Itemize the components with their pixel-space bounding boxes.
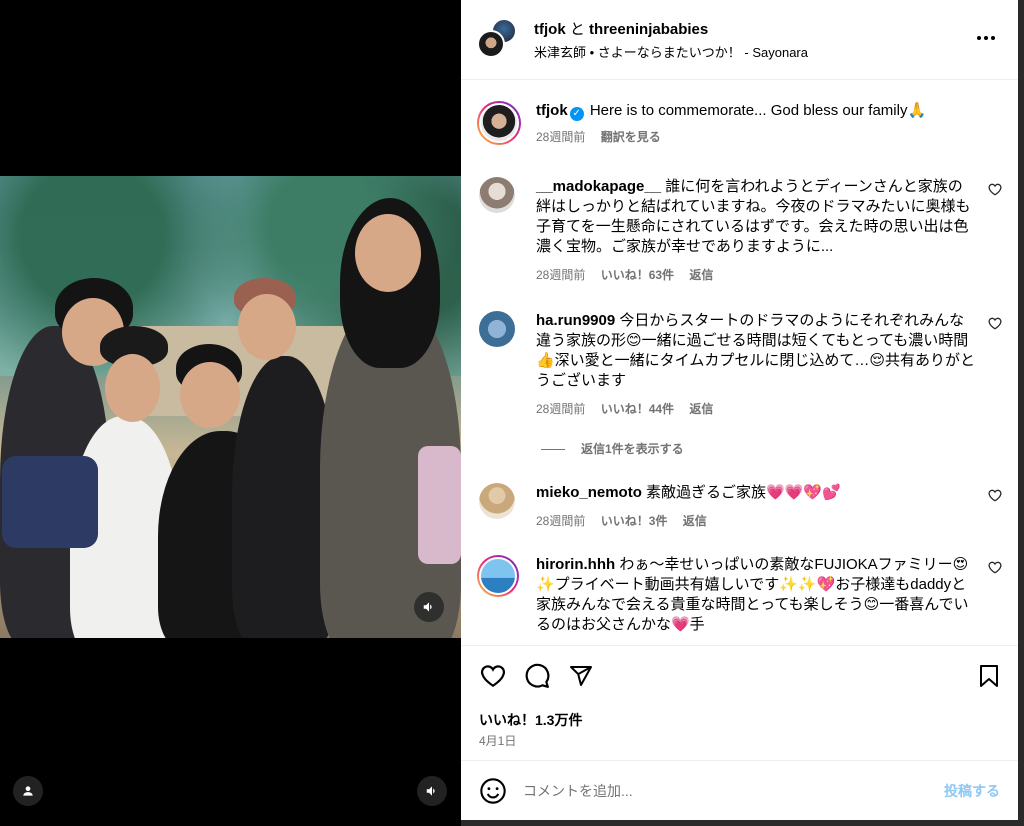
right-edge-strip bbox=[1018, 0, 1024, 826]
post-header: tfjok と threeninjababies 米津玄師 • さよーならまたい… bbox=[461, 0, 1018, 80]
username-link[interactable]: threeninjababies bbox=[589, 21, 708, 38]
heart-icon[interactable] bbox=[479, 662, 507, 690]
post-video[interactable] bbox=[0, 176, 461, 638]
collab-title: tfjok と threeninjababies bbox=[534, 18, 708, 39]
face bbox=[105, 354, 160, 422]
avatar[interactable] bbox=[479, 483, 515, 519]
timestamp: 28週間前 bbox=[536, 268, 586, 282]
avatar[interactable] bbox=[477, 555, 519, 597]
verified-icon: ✓ bbox=[569, 107, 584, 121]
username-link[interactable]: __madokapage__ bbox=[536, 178, 661, 195]
timestamp: 28週間前 bbox=[536, 130, 586, 144]
collab-avatars[interactable] bbox=[477, 18, 517, 58]
post-date[interactable]: 4月1日 bbox=[479, 732, 516, 749]
volume-icon-bottom[interactable] bbox=[417, 776, 447, 806]
comments-scroll[interactable]: tfjok ✓ Here is to commemorate... God ble… bbox=[461, 81, 1018, 645]
avatar[interactable] bbox=[477, 30, 505, 58]
post-likes-count[interactable]: いいね！1.3万件 bbox=[479, 710, 582, 730]
post-actions: いいね！1.3万件 4月1日 bbox=[461, 645, 1018, 760]
post-comment-button[interactable]: 投稿する bbox=[944, 781, 1000, 801]
username-link[interactable]: tfjok bbox=[534, 21, 566, 38]
user-icon[interactable] bbox=[13, 776, 43, 806]
username-link[interactable]: hirorin.hhh bbox=[536, 556, 615, 573]
reply-button[interactable]: 返信 bbox=[683, 514, 707, 528]
timestamp: 28週間前 bbox=[536, 402, 586, 416]
view-replies-link[interactable]: 返信1件を表示する bbox=[541, 440, 684, 457]
comment-icon[interactable] bbox=[523, 662, 551, 690]
share-icon[interactable] bbox=[567, 662, 595, 690]
emoji-icon[interactable] bbox=[479, 777, 507, 805]
connector-text: と bbox=[569, 21, 585, 38]
face bbox=[180, 362, 240, 428]
add-comment-bar: 投稿する bbox=[461, 760, 1018, 820]
username-link[interactable]: ha.run9909 bbox=[536, 312, 615, 329]
bag-left bbox=[2, 456, 98, 548]
comment-input[interactable] bbox=[523, 779, 903, 803]
post-media-area bbox=[0, 0, 461, 826]
post-details-panel: tfjok と threeninjababies 米津玄師 • さよーならまたい… bbox=[461, 0, 1018, 820]
face bbox=[238, 294, 296, 360]
avatar[interactable] bbox=[479, 311, 515, 347]
heart-icon[interactable] bbox=[988, 561, 1002, 577]
more-icon[interactable] bbox=[976, 24, 996, 47]
avatar[interactable] bbox=[479, 177, 515, 213]
bookmark-icon[interactable] bbox=[975, 662, 1003, 690]
bottom-edge-strip bbox=[461, 820, 1024, 826]
comment-text: 素敵過ぎるご家族💗💗💖💕 bbox=[646, 484, 841, 501]
likes-count[interactable]: いいね！63件 bbox=[601, 268, 674, 282]
avatar[interactable] bbox=[477, 101, 521, 145]
likes-count[interactable]: いいね！3件 bbox=[601, 514, 668, 528]
reply-button[interactable]: 返信 bbox=[689, 268, 713, 282]
username-link[interactable]: mieko_nemoto bbox=[536, 484, 642, 501]
heart-icon[interactable] bbox=[988, 489, 1002, 505]
bag-right bbox=[418, 446, 461, 564]
translate-link[interactable]: 翻訳を見る bbox=[601, 130, 661, 144]
heart-icon[interactable] bbox=[988, 317, 1002, 333]
username-link[interactable]: tfjok bbox=[536, 102, 568, 119]
caption-text: Here is to commemorate... God bless our … bbox=[589, 102, 927, 119]
likes-count[interactable]: いいね！44件 bbox=[601, 402, 674, 416]
heart-icon[interactable] bbox=[988, 183, 1002, 199]
audio-link[interactable]: 米津玄師 • さよーならまたいつか！ - Sayonara bbox=[534, 42, 808, 61]
timestamp: 28週間前 bbox=[536, 514, 586, 528]
face bbox=[355, 214, 421, 292]
reply-button[interactable]: 返信 bbox=[689, 402, 713, 416]
volume-icon[interactable] bbox=[414, 592, 444, 622]
